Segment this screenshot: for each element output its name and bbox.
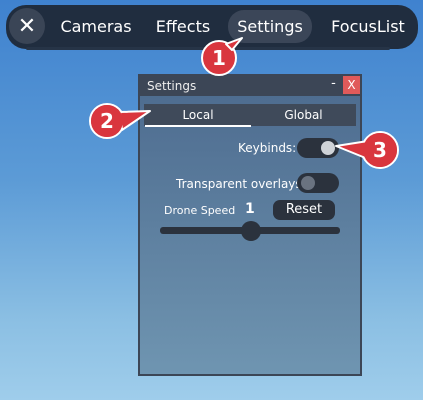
tab-label: Cameras [60, 17, 132, 36]
transparent-overlays-toggle[interactable] [297, 173, 339, 193]
minimize-button[interactable]: - [325, 76, 342, 94]
tab-label: Settings [237, 17, 303, 36]
close-icon: ✕ [17, 13, 37, 39]
toggle-knob [301, 176, 315, 190]
close-menu-button[interactable]: ✕ [9, 8, 45, 44]
slider-handle[interactable] [241, 221, 261, 241]
tab-label: Effects [155, 17, 211, 36]
transparent-overlays-label: Transparent overlays: [176, 177, 306, 191]
callout-number: 1 [212, 46, 226, 70]
reset-button[interactable]: Reset [273, 200, 335, 220]
callout-marker-1: 1 [198, 36, 246, 76]
active-subtab-indicator [145, 125, 251, 127]
drone-speed-label: Drone Speed [164, 204, 236, 217]
tab-focuslist[interactable]: FocusList [325, 10, 411, 43]
keybinds-label: Keybinds: [238, 141, 297, 155]
tab-label: FocusList [331, 17, 405, 36]
window-close-button[interactable]: X [343, 76, 360, 94]
tab-cameras[interactable]: Cameras [58, 10, 134, 43]
drone-speed-value: 1 [245, 201, 255, 217]
subtab-local[interactable]: Local [145, 104, 251, 126]
callout-marker-2: 2 [86, 100, 154, 142]
callout-number: 2 [100, 109, 114, 133]
subtab-global[interactable]: Global [251, 104, 356, 126]
callout-number: 3 [373, 138, 387, 162]
callout-marker-3: 3 [332, 128, 402, 172]
